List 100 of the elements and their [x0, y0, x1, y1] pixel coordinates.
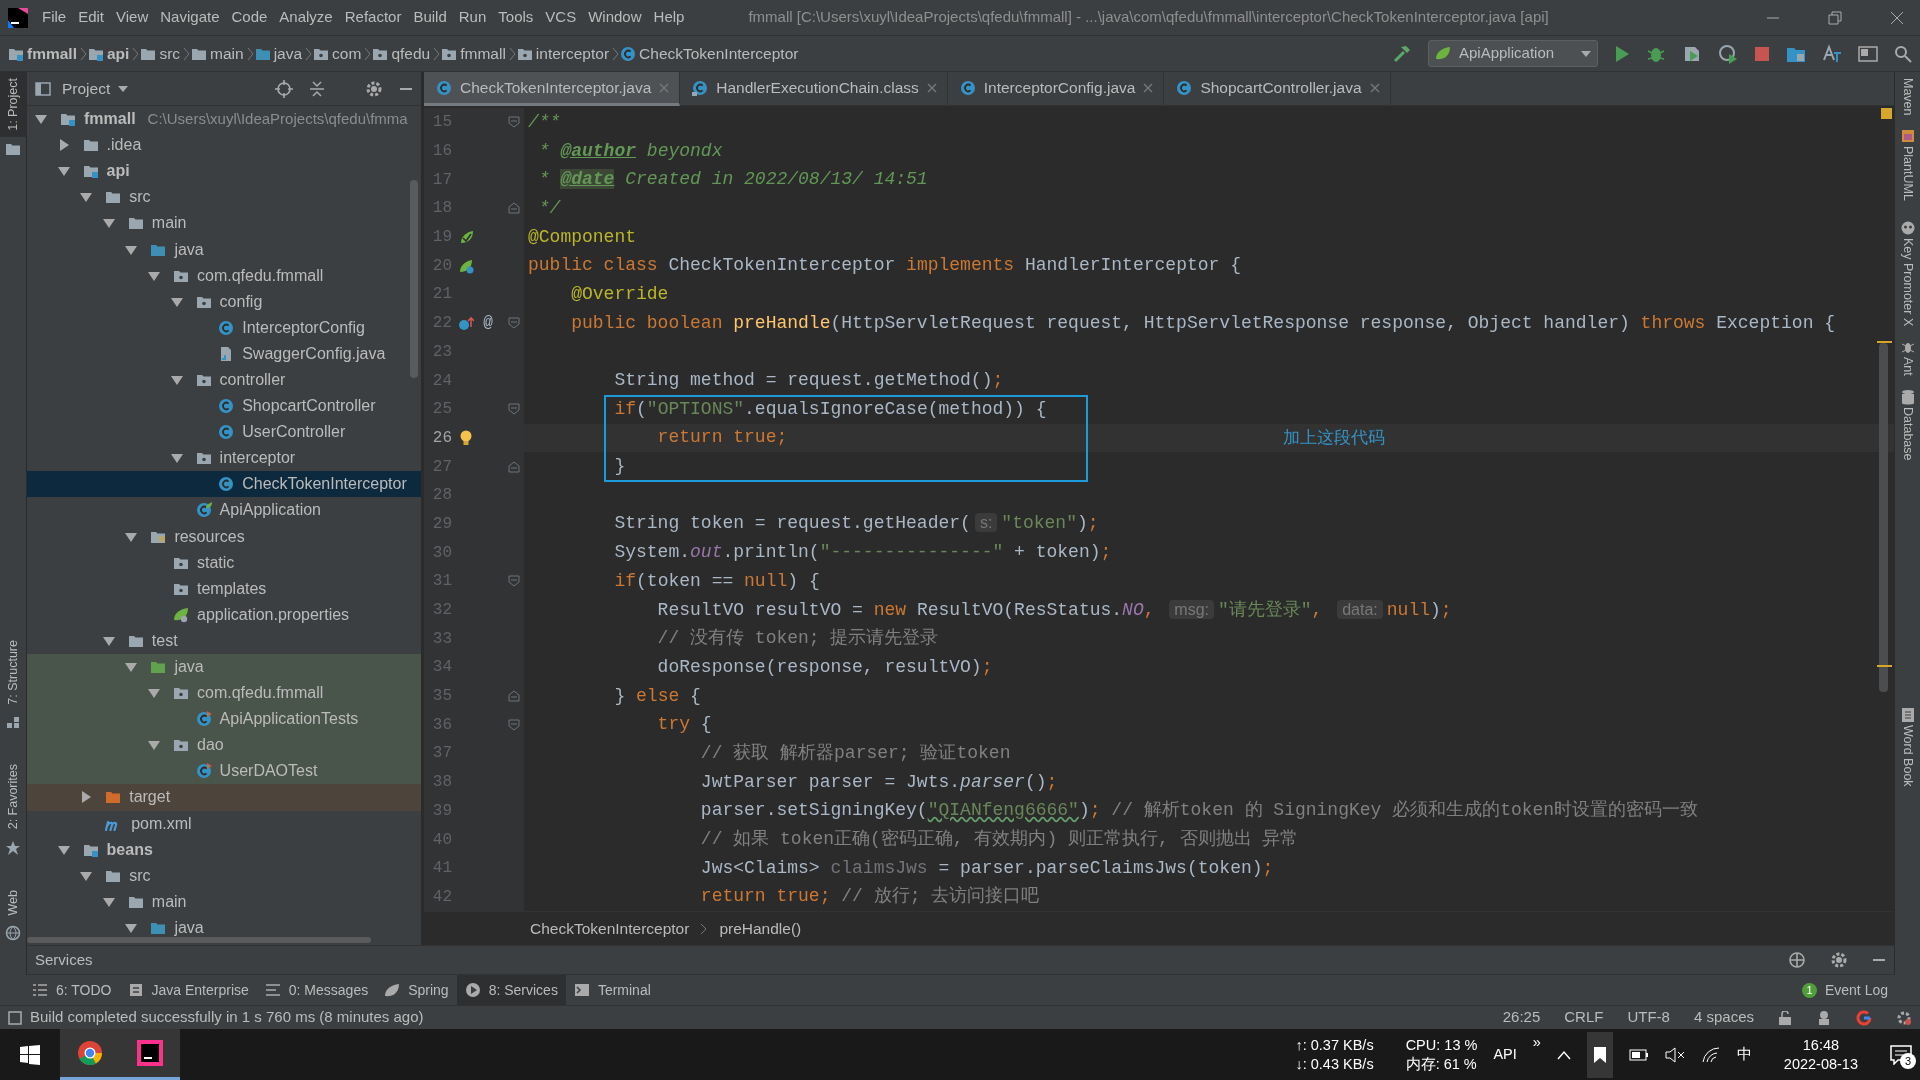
hammer-icon[interactable] [1392, 43, 1412, 64]
tree-row[interactable]: ApiApplicationTests [27, 706, 421, 733]
fold-icon[interactable] [508, 575, 520, 588]
tree-item-label[interactable]: UserDAOTest [219, 759, 318, 784]
search-icon[interactable] [1894, 44, 1912, 63]
tool-window-tab[interactable]: Web [0, 883, 27, 921]
inspector-icon[interactable] [1816, 1009, 1832, 1026]
tree-item-label[interactable]: dao [197, 733, 224, 758]
tree-row[interactable]: dao [27, 732, 421, 759]
tool-window-tab[interactable]: Word Book [1898, 722, 1917, 787]
status-item[interactable]: UTF-8 [1627, 1006, 1670, 1029]
tree-item-label[interactable]: api [106, 159, 130, 184]
scrollbar-thumb[interactable] [410, 180, 418, 378]
breadcrumb-item[interactable]: interceptor [532, 41, 613, 66]
breadcrumb-item[interactable]: java [270, 41, 306, 66]
star-icon[interactable] [5, 839, 21, 856]
fold-icon[interactable] [508, 460, 520, 473]
run-icon[interactable] [1614, 44, 1630, 63]
clock-time[interactable]: 16:48 [1802, 1036, 1840, 1055]
collapse-all-icon[interactable] [309, 80, 325, 97]
tool-window-tab[interactable]: Database [1898, 405, 1917, 461]
tool-tab[interactable]: 8: Services [456, 975, 566, 1005]
breadcrumb-item[interactable]: qfedu [388, 41, 434, 66]
breadcrumb-item[interactable]: fmmall [457, 41, 509, 66]
override-icon[interactable] [458, 315, 474, 332]
tree-item-label[interactable]: ApiApplication [219, 498, 321, 523]
status-item[interactable]: 26:25 [1502, 1006, 1541, 1029]
tool-window-tab[interactable]: Ant [1898, 354, 1917, 376]
editor-tab[interactable]: InterceptorConfig.java [947, 72, 1165, 106]
scrollbar-thumb[interactable] [27, 937, 371, 943]
settings-icon[interactable] [365, 79, 383, 98]
tool-tab[interactable]: Terminal [565, 975, 659, 1005]
database-icon[interactable] [1899, 389, 1916, 406]
tree-item-label[interactable]: pom.xml [131, 811, 192, 836]
tree-item-label[interactable]: resources [174, 524, 245, 549]
tray-button[interactable] [1586, 1031, 1613, 1078]
plugin-icon[interactable] [1899, 127, 1916, 144]
tree-item-label[interactable]: src [129, 185, 151, 210]
restore-icon[interactable] [1828, 10, 1842, 25]
breadcrumb-item[interactable]: fmmall [24, 41, 80, 66]
menu-item[interactable]: Window [582, 6, 648, 29]
lock-icon[interactable] [1778, 1010, 1792, 1025]
tree-item-label[interactable]: .idea [106, 133, 142, 158]
menu-item[interactable]: Help [647, 6, 691, 29]
settings-icon[interactable] [1830, 951, 1848, 969]
tree-item-label[interactable]: test [151, 628, 178, 653]
breadcrumb-item[interactable]: api [103, 41, 133, 66]
editor-tab[interactable]: ShopcartController.java [1164, 72, 1391, 106]
bean-icon[interactable] [458, 257, 474, 274]
status-item[interactable]: CRLF [1564, 1006, 1604, 1029]
stop-icon[interactable] [1754, 45, 1770, 62]
panel-toggle-icon[interactable] [8, 1010, 22, 1025]
selected-tree-row[interactable]: CheckTokenInterceptor [27, 471, 421, 498]
menu-item[interactable]: Tools [492, 6, 540, 29]
profiler-icon[interactable] [1718, 43, 1738, 64]
tree-row[interactable]: UserDAOTest [27, 758, 421, 785]
notification-icon[interactable] [1890, 1044, 1912, 1065]
tree-item-label[interactable]: ShopcartController [242, 394, 376, 419]
tool-window-tab[interactable]: 1: Project [0, 72, 27, 137]
tool-tab[interactable]: 0: Messages [256, 975, 377, 1005]
tree-item-label[interactable]: InterceptorConfig [242, 315, 365, 340]
tree-item-label[interactable]: application.properties [197, 602, 350, 627]
tray-label[interactable]: API [1493, 1043, 1517, 1066]
tool-window-tab[interactable]: 7: Structure [0, 633, 27, 711]
tree-item-label[interactable]: com.qfedu.fmmall [197, 681, 324, 706]
bean-icon[interactable] [458, 229, 474, 246]
menu-item[interactable]: File [36, 6, 73, 29]
expand-arrow-icon[interactable] [169, 373, 184, 387]
fold-icon[interactable] [508, 718, 520, 731]
breadcrumb-item[interactable]: preHandle() [716, 916, 805, 941]
book-icon[interactable] [1899, 706, 1916, 723]
view-dropdown[interactable]: Project [59, 76, 132, 101]
close-icon[interactable] [1890, 10, 1904, 25]
globe-icon[interactable] [5, 925, 21, 941]
menu-item[interactable]: Run [452, 6, 493, 29]
tree-item-label[interactable]: com.qfedu.fmmall [197, 263, 324, 288]
tree-item-label[interactable]: interceptor [219, 446, 296, 471]
tool-window-tab[interactable]: 2: Favorites [0, 758, 27, 836]
settings-icon[interactable] [1896, 1009, 1912, 1026]
input-method[interactable]: 中 [1736, 1043, 1752, 1066]
status-item[interactable]: 4 spaces [1693, 1006, 1754, 1029]
fold-icon[interactable] [508, 403, 520, 416]
structure-icon[interactable] [5, 714, 21, 731]
tree-item-label[interactable]: CheckTokenInterceptor [242, 472, 407, 497]
locate-icon[interactable] [1788, 951, 1806, 969]
tree-item-label[interactable]: UserController [242, 420, 346, 445]
menu-item[interactable]: View [110, 6, 155, 29]
tree-item-label[interactable]: java [174, 915, 204, 940]
tool-window-tab[interactable]: Maven [1898, 76, 1917, 116]
close-icon[interactable] [1369, 82, 1380, 93]
run-configuration-dropdown[interactable]: ApiApplication [1428, 40, 1598, 67]
menu-item[interactable]: Code [225, 6, 274, 29]
tree-item-label[interactable]: beans [106, 837, 153, 862]
tool-tab[interactable]: Java Enterprise [119, 975, 257, 1005]
tree-item-label[interactable]: java [174, 655, 204, 679]
fold-icon[interactable] [508, 690, 520, 703]
tree-item-label[interactable]: templates [197, 576, 267, 601]
tool-window-tab[interactable]: Key Promoter X [1898, 236, 1917, 327]
tree-item-label[interactable]: config [219, 289, 263, 314]
menu-item[interactable]: Navigate [154, 6, 226, 29]
